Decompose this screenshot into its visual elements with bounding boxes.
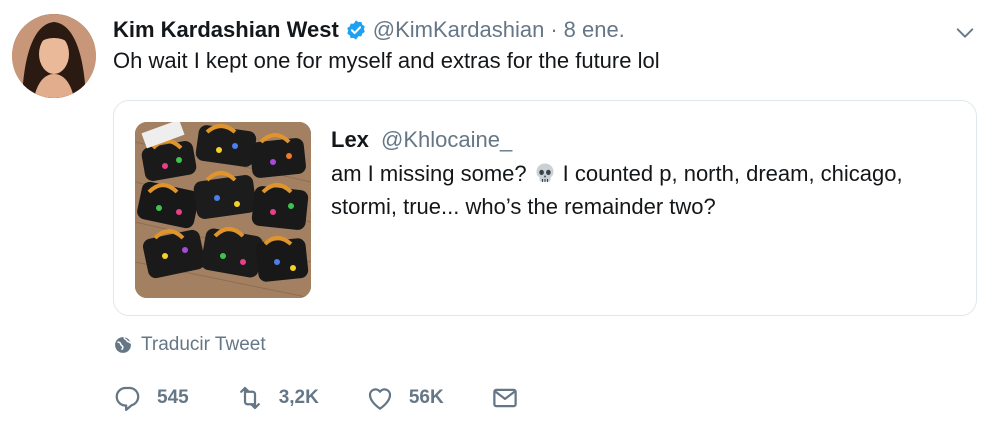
- translate-label: Traducir Tweet: [141, 334, 266, 355]
- quoted-tweet-header: Lex @Khlocaine_: [331, 127, 512, 153]
- reply-button[interactable]: 545: [113, 383, 189, 413]
- like-button[interactable]: 56K: [365, 383, 444, 413]
- message-icon: [492, 388, 517, 408]
- retweet-count: 3,2K: [278, 387, 319, 408]
- separator-dot: ·: [550, 17, 558, 42]
- retweet-button[interactable]: 3,2K: [235, 383, 319, 413]
- direct-message-button[interactable]: [490, 383, 520, 413]
- quoted-tweet-image[interactable]: [135, 122, 311, 298]
- skull-emoji: [533, 161, 557, 185]
- tweet-timestamp[interactable]: 8 ene.: [564, 17, 625, 43]
- author-name[interactable]: Kim Kardashian West: [113, 17, 339, 43]
- chevron-down-icon[interactable]: [954, 22, 976, 44]
- quoted-tweet-card[interactable]: Lex @Khlocaine_ am I missing some? I cou…: [113, 100, 977, 316]
- reply-icon: [115, 386, 140, 411]
- author-handle[interactable]: @KimKardashian: [373, 17, 545, 43]
- quoted-author-name[interactable]: Lex: [331, 127, 369, 152]
- tweet-header: Kim Kardashian West @KimKardashian · 8 e…: [113, 14, 980, 46]
- verified-badge-icon: [345, 19, 367, 41]
- retweet-icon: [239, 386, 260, 410]
- quoted-text-before-emoji: am I missing some?: [331, 161, 527, 186]
- like-count: 56K: [408, 387, 444, 408]
- translate-tweet-link[interactable]: Traducir Tweet: [113, 334, 266, 356]
- quoted-tweet-text: am I missing some? I counted p, north, d…: [331, 157, 951, 223]
- reply-count: 545: [157, 387, 189, 408]
- globe-icon: [113, 335, 133, 355]
- tweet-text: Oh wait I kept one for myself and extras…: [113, 48, 660, 73]
- quoted-author-handle[interactable]: @Khlocaine_: [381, 127, 512, 152]
- tweet-actions-bar: 545 3,2K 56K: [113, 380, 566, 416]
- author-avatar[interactable]: [12, 14, 96, 98]
- like-icon: [368, 388, 391, 410]
